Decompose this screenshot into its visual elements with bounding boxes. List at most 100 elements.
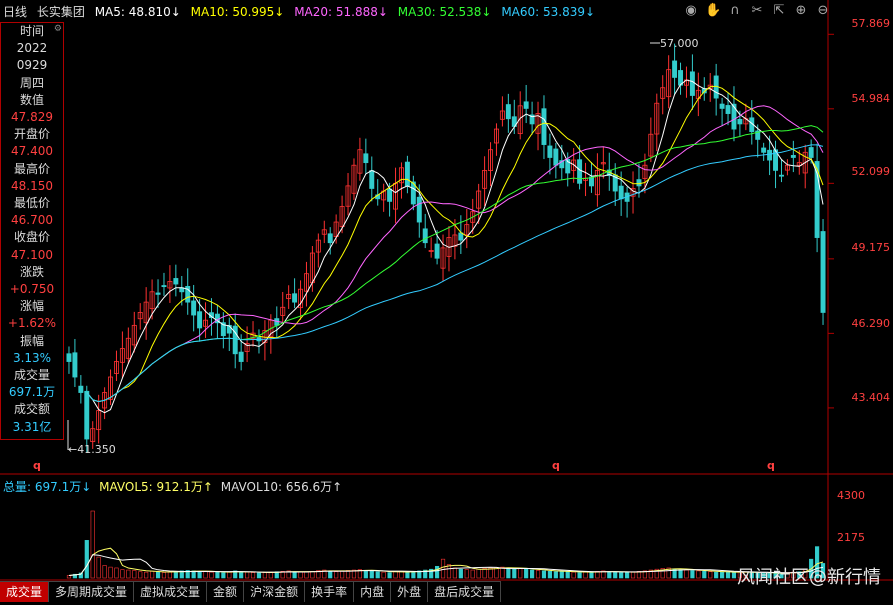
volume-bar xyxy=(571,571,576,579)
volume-bar xyxy=(375,571,380,579)
volume-bar xyxy=(541,570,547,579)
volume-bar xyxy=(114,567,119,579)
volume-bar xyxy=(684,569,689,579)
volume-bar xyxy=(381,571,386,579)
candle-body xyxy=(577,159,583,184)
volume-bar xyxy=(696,570,701,579)
zoom-out-icon[interactable]: ⊖ xyxy=(815,3,831,19)
price-tick: 49.175 xyxy=(851,241,891,254)
candle-body xyxy=(78,385,84,393)
stock-name: 长实集团 xyxy=(36,5,85,19)
volume-bar xyxy=(470,569,475,579)
kline-chart-canvas[interactable] xyxy=(0,0,893,602)
tab-hs-amount[interactable]: 沪深金额 xyxy=(244,581,306,602)
volume-bar xyxy=(411,571,416,579)
candle-body xyxy=(161,285,167,288)
tab-multi-period-volume[interactable]: 多周期成交量 xyxy=(49,581,135,602)
candle-body xyxy=(618,185,624,200)
tab-virtual-volume[interactable]: 虚拟成交量 xyxy=(134,581,208,602)
volume-bar xyxy=(589,571,594,579)
volume-bar xyxy=(452,567,457,579)
candle-body xyxy=(725,105,731,114)
low-annotation: ←41.350 xyxy=(68,443,116,456)
volume-bar xyxy=(132,570,137,579)
volume-bar xyxy=(702,571,707,579)
pct-label: 涨幅 xyxy=(19,299,44,314)
ma30-line xyxy=(86,125,824,403)
tab-volume[interactable]: 成交量 xyxy=(0,581,50,602)
ma20-value: MA20: 51.888↓ xyxy=(294,5,388,19)
candle-body xyxy=(505,104,511,120)
volume-bar xyxy=(328,570,333,579)
volume-legend: 总量: 697.1万↓ MAVOL5: 912.1万↑ MAVOL10: 656… xyxy=(3,478,342,495)
candle-body xyxy=(197,311,203,329)
volume-bar xyxy=(458,568,463,579)
tab-outer-volume[interactable]: 外盘 xyxy=(391,581,429,602)
magnet-icon[interactable]: ∩ xyxy=(727,3,743,19)
mavol5-value: MAVOL5: 912.1万↑ xyxy=(99,480,213,494)
volume-bar xyxy=(714,571,719,579)
change-value: +0.750 xyxy=(9,282,55,297)
mavol10-value: MAVOL10: 656.6万↑ xyxy=(220,480,343,494)
candle-body xyxy=(66,353,72,362)
volume-bar xyxy=(512,568,517,579)
price-tick: 57.869 xyxy=(851,17,891,30)
volume-bar xyxy=(245,571,250,579)
volume-bar xyxy=(340,571,345,579)
candle-body xyxy=(547,145,553,158)
quote-info-panel: ⚙ 时间 2022 0929 周四 数值 47.829 开盘价 47.400 最… xyxy=(0,22,64,440)
ma5-value: MA5: 48.810↓ xyxy=(94,5,181,19)
volume-bar xyxy=(155,571,161,579)
gear-icon[interactable]: ⚙ xyxy=(54,24,62,34)
volume-bar xyxy=(262,572,267,579)
candle-body xyxy=(731,103,737,130)
volume-bar xyxy=(126,569,131,579)
volume-value: 697.1万 xyxy=(8,385,56,400)
volume-bar xyxy=(161,572,167,579)
high-value: 48.150 xyxy=(11,178,53,193)
zoom-in-icon[interactable]: ⊕ xyxy=(793,3,809,19)
tab-after-hours-volume[interactable]: 盘后成交量 xyxy=(428,581,502,602)
eye-icon[interactable]: ◉ xyxy=(683,3,699,19)
volume-bar xyxy=(535,570,541,579)
scissors-icon[interactable]: ✂ xyxy=(749,3,765,19)
candle-body xyxy=(778,174,784,177)
volume-tick: 2175 xyxy=(837,531,865,544)
candle-body xyxy=(422,228,428,244)
volume-bar xyxy=(435,565,440,579)
low-value: 46.700 xyxy=(11,213,53,228)
open-label: 开盘价 xyxy=(13,127,50,142)
close-label: 收盘价 xyxy=(13,230,50,245)
volume-bar xyxy=(625,571,630,579)
period-label[interactable]: 日线 xyxy=(3,5,27,19)
ma60-value: MA60: 53.839↓ xyxy=(501,5,596,19)
candle-body xyxy=(761,147,767,153)
candle-body xyxy=(458,232,464,241)
watermark: 风闻社区@新行情 xyxy=(737,567,881,588)
cursor-icon[interactable]: ⇱ xyxy=(771,3,787,19)
change-label: 涨跌 xyxy=(19,264,44,279)
high-annotation: 57.000 xyxy=(660,37,699,50)
candle-body xyxy=(672,60,678,78)
candle-body xyxy=(820,231,826,313)
ma60-line xyxy=(86,144,824,403)
candle-body xyxy=(523,101,529,109)
chart-svg[interactable] xyxy=(0,0,893,602)
volume-bar xyxy=(138,571,143,579)
volume-bar xyxy=(84,540,89,579)
hand-icon[interactable]: ✋ xyxy=(705,3,721,19)
volume-bar xyxy=(203,571,208,579)
chart-toolbar: ◉ ✋ ∩ ✂ ⇱ ⊕ ⊖ xyxy=(683,3,831,19)
volume-bar xyxy=(720,571,725,579)
volume-bar xyxy=(150,571,155,579)
volume-bar xyxy=(524,568,529,579)
candle-body xyxy=(238,351,244,362)
candle-body xyxy=(404,161,410,187)
candle-body xyxy=(790,155,796,158)
tab-inner-volume[interactable]: 内盘 xyxy=(354,581,392,602)
tab-turnover[interactable]: 换手率 xyxy=(305,581,355,602)
ma-legend: 日线 长实集团 MA5: 48.810↓ MA10: 50.995↓ MA20:… xyxy=(3,3,601,20)
q-marker: q xyxy=(33,459,41,472)
candle-body xyxy=(636,179,642,187)
tab-amount[interactable]: 金额 xyxy=(207,581,245,602)
